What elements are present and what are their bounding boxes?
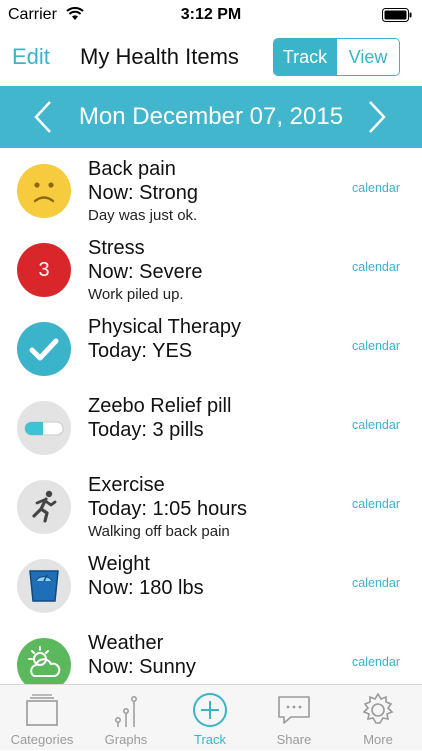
- tab-label: More: [363, 732, 393, 747]
- tab-track[interactable]: Track: [168, 685, 252, 751]
- calendar-link[interactable]: calendar: [352, 497, 400, 511]
- item-status: Today: 3 pills: [88, 419, 204, 441]
- status-bar: Carrier 3:12 PM: [0, 0, 422, 30]
- calendar-link[interactable]: calendar: [352, 181, 400, 195]
- calendar-link[interactable]: calendar: [352, 260, 400, 274]
- battery-icon: [382, 8, 412, 22]
- list-item-back-pain[interactable]: Back pain Now: Strong Day was just ok. c…: [0, 148, 422, 227]
- plus-circle-icon: [193, 693, 227, 727]
- item-name: Stress: [88, 237, 145, 259]
- sun-cloud-icon: [17, 638, 71, 684]
- sad-face-icon: [17, 164, 71, 218]
- item-status: Today: 1:05 hours: [88, 498, 247, 520]
- list-item-zeebo-relief-pill[interactable]: Zeebo Relief pill Today: 3 pills calenda…: [0, 385, 422, 464]
- calendar-link[interactable]: calendar: [352, 655, 400, 669]
- clock: 3:12 PM: [180, 6, 242, 23]
- item-name: Physical Therapy: [88, 316, 242, 338]
- current-date: Mon December 07, 2015: [78, 103, 344, 130]
- tab-bar: Categories Graphs Track Share More: [0, 684, 422, 750]
- tab-share[interactable]: Share: [252, 685, 336, 751]
- pill-icon: [17, 401, 71, 455]
- severity-badge-value: 3: [38, 258, 50, 281]
- item-name: Weather: [88, 632, 164, 654]
- gear-icon: [362, 692, 394, 724]
- scale-icon: [17, 559, 71, 613]
- item-status: Now: Strong: [88, 182, 199, 204]
- item-name: Weight: [88, 553, 150, 575]
- item-note: Walking off back pain: [88, 523, 230, 540]
- edit-button[interactable]: Edit: [12, 44, 50, 70]
- tab-label: Track: [193, 732, 227, 747]
- calendar-link[interactable]: calendar: [352, 576, 400, 590]
- tab-label: Share: [276, 732, 312, 747]
- tab-graphs[interactable]: Graphs: [84, 685, 168, 751]
- tab-label: Categories: [10, 732, 74, 747]
- item-note: Day was just ok.: [88, 207, 198, 224]
- checkmark-icon: [17, 322, 71, 376]
- item-status: Now: 180 lbs: [88, 577, 204, 599]
- list-item-weight[interactable]: Weight Now: 180 lbs calendar: [0, 543, 422, 622]
- calendar-link[interactable]: calendar: [352, 418, 400, 432]
- item-note: Work piled up.: [88, 286, 184, 303]
- page-title: My Health Items: [80, 44, 239, 69]
- chat-bubble-icon: [278, 696, 310, 724]
- graphs-icon: [115, 696, 137, 727]
- health-items-list: Back pain Now: Strong Day was just ok. c…: [0, 148, 422, 684]
- list-item-exercise[interactable]: Exercise Today: 1:05 hours Walking off b…: [0, 464, 422, 543]
- navigation-bar: Edit My Health Items Track View: [0, 30, 422, 86]
- next-day-chevron-icon[interactable]: [366, 100, 388, 134]
- running-person-icon: [17, 480, 71, 534]
- tab-categories[interactable]: Categories: [0, 685, 84, 751]
- item-name: Zeebo Relief pill: [88, 395, 232, 417]
- date-bar: Mon December 07, 2015: [0, 86, 422, 148]
- segment-track[interactable]: Track: [274, 39, 336, 75]
- item-name: Exercise: [88, 474, 165, 496]
- severity-badge-icon: 3: [17, 243, 71, 297]
- list-item-physical-therapy[interactable]: Physical Therapy Today: YES calendar: [0, 306, 422, 385]
- categories-icon: [26, 694, 58, 726]
- list-item-stress[interactable]: 3 Stress Now: Severe Work piled up. cale…: [0, 227, 422, 306]
- item-status: Now: Sunny: [88, 656, 196, 678]
- calendar-link[interactable]: calendar: [352, 339, 400, 353]
- list-item-weather[interactable]: Weather Now: Sunny calendar: [0, 622, 422, 684]
- tab-more[interactable]: More: [336, 685, 420, 751]
- item-status: Now: Severe: [88, 261, 203, 283]
- track-view-segmented-control: Track View: [273, 38, 400, 76]
- tab-label: Graphs: [104, 732, 148, 747]
- item-name: Back pain: [88, 158, 176, 180]
- segment-view[interactable]: View: [336, 39, 399, 75]
- item-status: Today: YES: [88, 340, 193, 362]
